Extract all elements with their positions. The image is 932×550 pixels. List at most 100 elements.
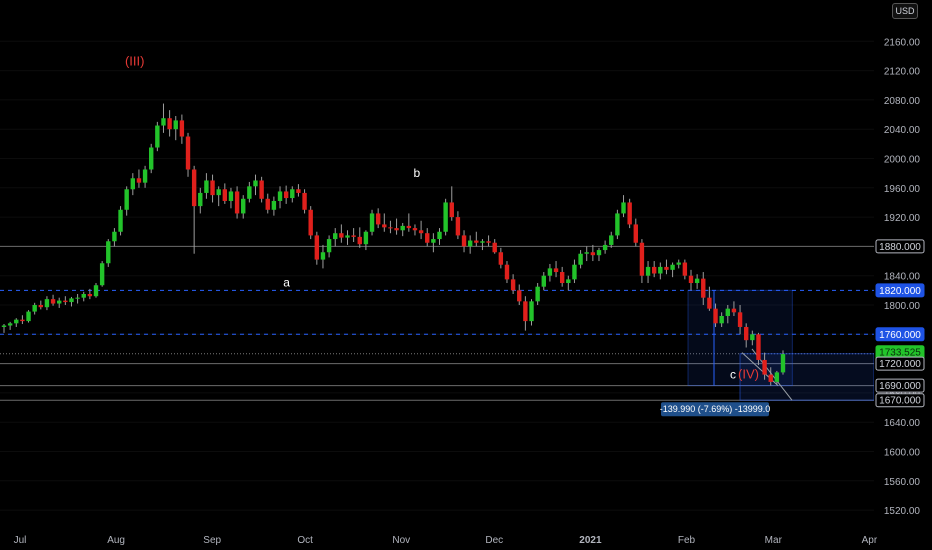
candle-body	[480, 241, 485, 243]
candle-body	[32, 305, 37, 312]
candle-body	[461, 235, 467, 247]
x-tick-label: Dec	[485, 535, 503, 546]
candle-body	[627, 202, 632, 225]
candle-body	[768, 374, 773, 382]
candle-body	[308, 209, 313, 236]
candle-body	[26, 311, 31, 322]
wave-label[interactable]: a	[283, 276, 290, 290]
y-tick-label: 1640.00	[884, 418, 921, 429]
candle-body	[179, 120, 185, 137]
candle-body	[314, 235, 320, 260]
candle-body	[81, 294, 86, 298]
y-tick-label: 1520.00	[884, 506, 921, 517]
candle-body	[443, 202, 448, 232]
y-tick-label: 1560.00	[884, 477, 921, 488]
y-tick-label: 2120.00	[884, 67, 921, 78]
candle-body	[155, 125, 160, 148]
candle-body	[774, 372, 780, 382]
candle-body	[566, 279, 571, 284]
candle-body	[296, 189, 301, 193]
x-tick-label: Feb	[678, 535, 696, 546]
x-tick-label: Oct	[297, 535, 313, 546]
candle-body	[369, 213, 375, 232]
candle-body	[609, 235, 614, 245]
candle-body	[283, 191, 289, 199]
candle-body	[688, 275, 694, 284]
y-tick-label: 1920.00	[884, 213, 921, 224]
range-box[interactable]	[739, 353, 875, 401]
candle-body	[584, 252, 589, 254]
y-tick-label: 1600.00	[884, 448, 921, 459]
candle-body	[559, 272, 565, 284]
candle-body	[517, 290, 522, 302]
candle-body	[185, 136, 191, 170]
candle-body	[320, 252, 326, 260]
candle-body	[535, 286, 540, 302]
candle-body	[553, 268, 559, 273]
candle-body	[701, 278, 706, 298]
candle-body	[191, 169, 197, 207]
candle-body	[529, 301, 534, 322]
y-tick-label: 1960.00	[884, 184, 921, 195]
candle-body	[388, 227, 393, 229]
candle-body	[780, 354, 786, 373]
candle-body	[57, 300, 62, 304]
measure-tool: -139.990 (-7.69%) -13999.0	[660, 402, 771, 417]
wave-label[interactable]: (III)	[125, 53, 145, 68]
price-chart[interactable]: (III)abc (IV) -139.990 (-7.69%) -13999.0 …	[0, 0, 932, 550]
wave-label[interactable]: b	[413, 166, 420, 180]
candle-body	[326, 239, 332, 253]
candle-body	[124, 189, 129, 210]
y-tick-label: 2040.00	[884, 125, 921, 136]
candle-body	[651, 266, 657, 274]
price-badge-label: 1760.000	[879, 330, 921, 341]
candle-body	[277, 191, 283, 201]
candle-body	[504, 264, 510, 280]
candle-body	[333, 233, 338, 240]
wave-label[interactable]: (IV)	[738, 366, 759, 381]
candle-body	[241, 198, 246, 214]
candle-body	[676, 262, 681, 265]
candle-body	[474, 240, 479, 243]
candle-body	[664, 266, 669, 270]
price-badge-label: 1820.000	[879, 286, 921, 297]
candle-body	[541, 275, 546, 287]
candle-body	[290, 189, 295, 199]
candle-body	[615, 213, 620, 236]
candle-body	[1, 325, 7, 327]
candle-body	[14, 319, 19, 324]
candle-body	[602, 244, 608, 251]
candle-body	[743, 326, 749, 341]
candle-body	[363, 231, 369, 245]
candle-body	[406, 225, 412, 229]
price-badge-label: 1880.000	[879, 242, 921, 253]
candle-body	[425, 233, 430, 243]
candle-body	[731, 308, 737, 313]
candle-body	[69, 298, 74, 303]
candle-body	[198, 192, 203, 207]
candle-body	[412, 228, 418, 231]
x-tick-label: Aug	[107, 535, 125, 546]
price-badge-label: 1670.000	[879, 396, 921, 407]
candle-body	[756, 334, 761, 360]
x-tick-label: Nov	[392, 535, 410, 546]
candle-body	[449, 202, 454, 218]
candle-body	[694, 278, 700, 284]
chart-grid	[0, 40, 874, 511]
candle-body	[437, 231, 442, 240]
currency-button[interactable]: USD	[892, 3, 918, 19]
price-badge-label: 1690.000	[879, 381, 921, 392]
candle-body	[216, 189, 221, 196]
x-tick-label: Apr	[862, 535, 878, 546]
x-tick-label: Sep	[203, 535, 221, 546]
candle-body	[725, 308, 730, 316]
wave-label[interactable]: c	[730, 367, 736, 381]
candle-body	[762, 359, 767, 375]
candle-body	[418, 230, 424, 234]
measure-tooltip-text: -139.990 (-7.69%) -13999.0	[660, 404, 771, 414]
x-tick-label: 2021	[579, 535, 602, 546]
candle-body	[118, 209, 123, 232]
candle-body	[63, 300, 68, 303]
candle-body	[228, 191, 234, 201]
time-axis[interactable]: Jul Aug Sep Oct Nov Dec 2021 Feb Mar Apr	[14, 535, 878, 546]
